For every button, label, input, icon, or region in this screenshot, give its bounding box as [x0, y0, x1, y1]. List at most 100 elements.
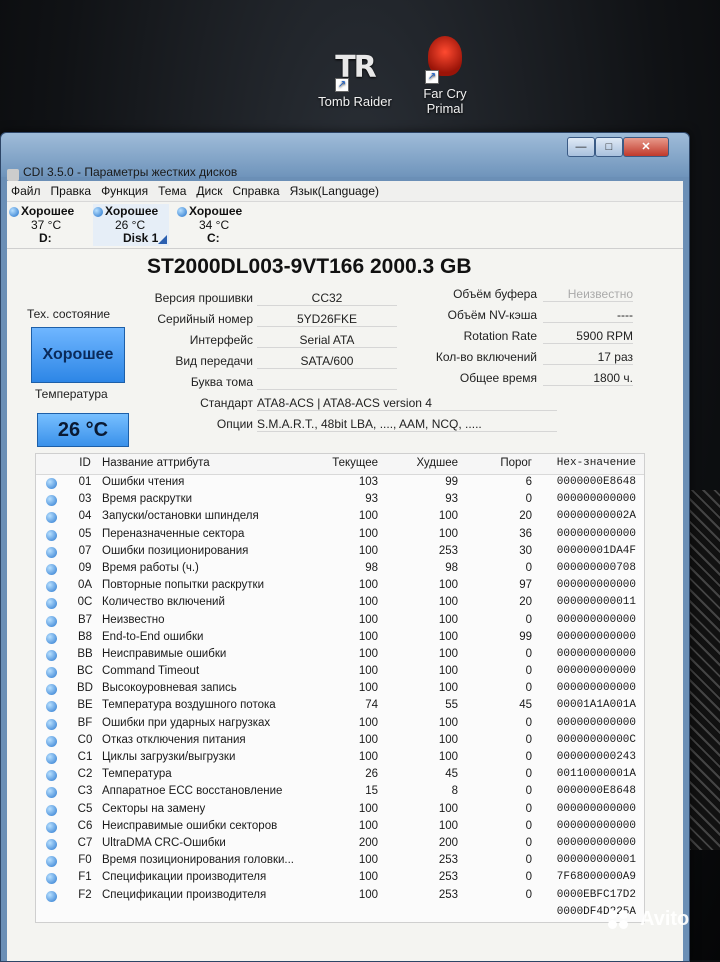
menu-function[interactable]: Функция: [101, 184, 148, 198]
shortcut-arrow-icon: ↗: [335, 78, 349, 92]
table-row[interactable]: BD Высокоуровневая запись 100 100 0 000000000…: [36, 681, 644, 698]
table-row[interactable]: C7 UltraDMA CRC-Ошибки 200 200 0 000000000000: [36, 836, 644, 853]
header-name[interactable]: Название аттрибута: [102, 457, 210, 469]
table-row[interactable]: 01 Ошибки чтения 103 99 6 0000000E8648: [36, 475, 644, 492]
table-row[interactable]: F1 Спецификации производителя 100 253 0 7F680…: [36, 870, 644, 887]
attr-raw: 000000000000: [556, 682, 636, 695]
maximize-button[interactable]: □: [595, 137, 623, 157]
table-row[interactable]: BE Температура воздушного потока 74 55 45 000…: [36, 698, 644, 715]
health-status-badge[interactable]: Хорошее: [31, 327, 125, 383]
desktop-icon-tomb-raider[interactable]: TR ↗ Tomb Raider: [310, 44, 400, 109]
menu-edit[interactable]: Правка: [51, 184, 92, 198]
attr-worst: 100: [438, 630, 458, 643]
title-bar[interactable]: CDI 3.5.0 - Параметры жестких дисков — □…: [1, 133, 689, 181]
disk-button-c[interactable]: Хорошее 34 °C C:: [177, 204, 253, 246]
table-row[interactable]: 0000DF4D225A: [36, 905, 644, 922]
health-dot-icon: [93, 207, 103, 217]
header-raw[interactable]: Hex-значение: [542, 457, 636, 469]
table-row[interactable]: 05 Переназначенные сектора 100 100 36 0000000…: [36, 527, 644, 544]
attr-threshold: 6: [525, 476, 532, 488]
attr-worst: 99: [445, 476, 458, 488]
attr-threshold: 30: [519, 544, 532, 557]
attr-threshold: 0: [525, 682, 532, 695]
attr-current: 100: [358, 819, 378, 832]
table-row[interactable]: BB Неисправимые ошибки 100 100 0 000000000000: [36, 647, 644, 664]
table-row[interactable]: 07 Ошибки позиционирования 100 253 30 0000000…: [36, 544, 644, 561]
attr-id: 07: [78, 544, 92, 557]
health-dot-icon: [46, 838, 57, 850]
header-current[interactable]: Текущее: [326, 457, 378, 469]
attr-worst: 100: [438, 819, 458, 832]
far-cry-primal-icon: ↗: [421, 36, 469, 84]
attr-current: 100: [358, 682, 378, 695]
header-threshold[interactable]: Порог: [482, 457, 532, 469]
desktop-icon-far-cry-primal[interactable]: ↗ Far Cry Primal: [400, 32, 490, 116]
menu-language[interactable]: Язык(Language): [290, 184, 379, 198]
table-row[interactable]: F0 Время позиционирования головки... 100 25…: [36, 853, 644, 870]
attr-id: BC: [77, 665, 93, 678]
attr-name: Неизвестно: [102, 613, 165, 626]
attr-raw: 00001A1A001A: [556, 699, 636, 712]
table-row[interactable]: 04 Запуски/остановки шпинделя 100 100 20 0000…: [36, 509, 644, 526]
attr-name: Секторы на замену: [102, 802, 206, 815]
health-dot-icon: [46, 873, 57, 885]
table-row[interactable]: 09 Время работы (ч.) 98 98 0 000000000708: [36, 561, 644, 578]
attr-raw: 000000000001: [556, 854, 636, 867]
attr-name: Температура воздушного потока: [102, 699, 276, 712]
attr-raw: 000000000000: [556, 527, 636, 540]
attr-id: B7: [77, 613, 93, 626]
table-body: 01 Ошибки чтения 103 99 6 0000000E8648 03 Время…: [36, 475, 644, 922]
health-dot-icon: [46, 787, 57, 799]
attr-id: 01: [78, 476, 92, 488]
health-dot-icon: [46, 632, 57, 644]
attr-worst: 100: [438, 596, 458, 609]
attr-name: Ошибки чтения: [102, 476, 185, 488]
table-row[interactable]: 03 Время раскрутки 93 93 0 000000000000: [36, 492, 644, 509]
health-dot-icon: [46, 546, 57, 558]
health-dot-icon: [9, 207, 19, 217]
menu-theme[interactable]: Тема: [158, 184, 186, 198]
table-row[interactable]: C5 Секторы на замену 100 100 0 000000000000: [36, 802, 644, 819]
table-row[interactable]: C6 Неисправимые ошибки секторов 100 100 0 000…: [36, 819, 644, 836]
table-row[interactable]: C3 Аппаратное ECC восстановление 15 8 0 00000…: [36, 784, 644, 801]
table-row[interactable]: BF Ошибки при ударных нагрузках 100 100 0 000…: [36, 716, 644, 733]
table-row[interactable]: C2 Температура 26 45 0 00110000001A: [36, 767, 644, 784]
attr-id: 09: [78, 561, 92, 574]
table-row[interactable]: C0 Отказ отключения питания 100 100 0 0000000…: [36, 733, 644, 750]
health-dot-icon: [46, 529, 57, 541]
table-row[interactable]: 0C Количество включений 100 100 20 0000000000…: [36, 595, 644, 612]
attr-worst: 100: [438, 716, 458, 729]
table-row[interactable]: F2 Спецификации производителя 100 253 0 0000E…: [36, 888, 644, 905]
health-dot-icon: [46, 735, 57, 747]
attr-id: 05: [78, 527, 92, 540]
attr-worst: 8: [451, 785, 458, 798]
table-row[interactable]: B7 Неизвестно 100 100 0 000000000000: [36, 613, 644, 630]
attr-threshold: 97: [519, 579, 532, 592]
table-row[interactable]: C1 Циклы загрузки/выгрузки 100 100 0 00000000…: [36, 750, 644, 767]
desktop-icon-label-line1: Far Cry: [423, 86, 467, 101]
menu-file[interactable]: Файл: [11, 184, 41, 198]
header-id[interactable]: ID: [74, 457, 96, 469]
table-row[interactable]: B8 End-to-End ошибки 100 100 99 000000000000: [36, 630, 644, 647]
attr-threshold: 0: [525, 768, 532, 781]
minimize-button[interactable]: —: [567, 137, 595, 157]
attr-id: B8: [77, 630, 93, 643]
smart-attributes-table[interactable]: ID Название аттрибута Текущее Худшее Пор…: [35, 453, 645, 923]
header-worst[interactable]: Худшее: [406, 457, 458, 469]
attr-raw: 000000000000: [556, 630, 636, 643]
avito-watermark: Avito: [608, 908, 689, 931]
attr-current: 100: [358, 647, 378, 660]
health-dot-icon: [46, 770, 57, 782]
disk-button-d[interactable]: Хорошее 37 °C D:: [9, 204, 85, 246]
menu-help[interactable]: Справка: [233, 184, 280, 198]
table-row[interactable]: BC Command Timeout 100 100 0 000000000000: [36, 664, 644, 681]
attr-worst: 100: [438, 579, 458, 592]
disk-button-disk1[interactable]: Хорошее 26 °C Disk 1: [93, 204, 169, 246]
avito-logo-icon: [608, 909, 634, 930]
close-button[interactable]: ✕: [623, 137, 669, 157]
table-row[interactable]: 0A Повторные попытки раскрутки 100 100 97 000…: [36, 578, 644, 595]
attr-raw: 7F68000000A9: [556, 871, 636, 884]
attr-worst: 100: [438, 733, 458, 746]
attr-raw: 000000000000: [556, 802, 636, 815]
menu-disk[interactable]: Диск: [196, 184, 222, 198]
